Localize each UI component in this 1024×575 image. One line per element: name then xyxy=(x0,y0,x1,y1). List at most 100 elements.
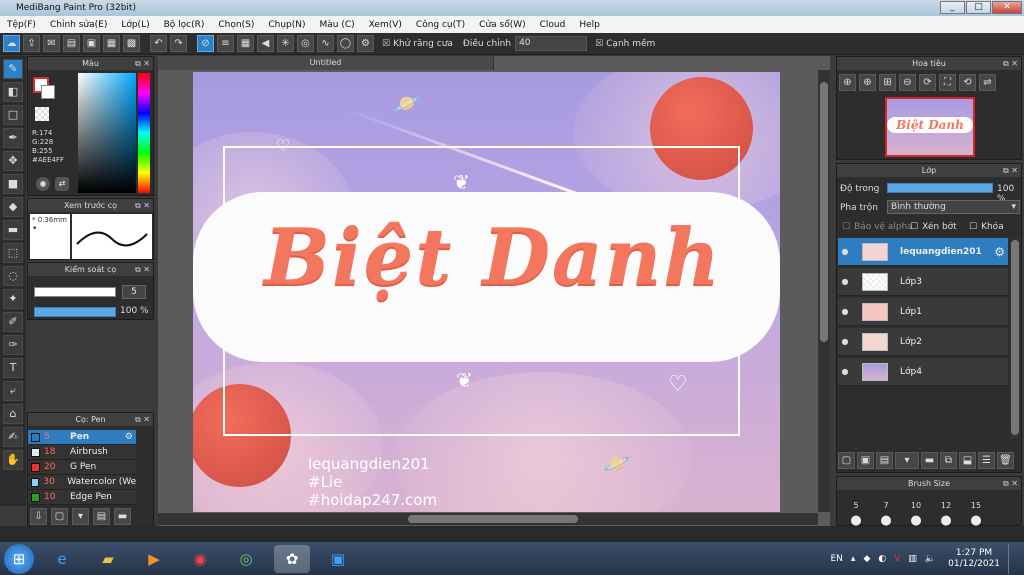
rotate-ccw-icon[interactable]: ⟲ xyxy=(959,74,976,91)
show-desktop-button[interactable] xyxy=(1008,543,1018,574)
flip-icon[interactable]: ⇌ xyxy=(979,74,996,91)
visibility-icon[interactable]: ● xyxy=(838,307,852,316)
radial-snap-icon[interactable]: ✳ xyxy=(277,35,294,52)
brush-item[interactable]: 5 Pen ⚙ xyxy=(28,430,136,445)
settings-icon[interactable]: ⚙ xyxy=(357,35,374,52)
palette-icon[interactable]: ◉ xyxy=(36,177,50,191)
circle-snap-icon[interactable]: ◎ xyxy=(297,35,314,52)
brush-opacity-slider[interactable] xyxy=(34,307,116,317)
redo-icon[interactable]: ↷ xyxy=(170,35,187,52)
menu-snap[interactable]: Chụp(N) xyxy=(261,20,312,30)
panel-close-icon[interactable]: ⧉ ✕ xyxy=(1003,164,1018,177)
select-pen-icon[interactable]: ✐ xyxy=(3,312,23,332)
maximize-button[interactable]: □ xyxy=(966,1,991,14)
menu-layer[interactable]: Lớp(L) xyxy=(114,20,156,30)
curve-snap-icon[interactable]: ∿ xyxy=(317,35,334,52)
cloud-brush-icon[interactable]: ⇩ xyxy=(30,508,47,525)
artwork[interactable]: Biệt Danh 🪐 🪐 ♡ ♡ ❦ ❦ lequangdien201 #Li… xyxy=(193,72,780,512)
visibility-icon[interactable]: ● xyxy=(838,337,852,346)
tray-arrow-icon[interactable]: ▴ xyxy=(851,554,856,564)
lock-checkbox[interactable]: ☐ xyxy=(969,222,977,232)
panel-close-icon[interactable]: ⧉ ✕ xyxy=(135,413,150,426)
hue-slider[interactable] xyxy=(138,73,150,193)
panel-close-icon[interactable]: ⧉ ✕ xyxy=(135,57,150,70)
color-swap-icon[interactable]: ⇄ xyxy=(55,177,69,191)
new-8bit-layer-icon[interactable]: ▤ xyxy=(876,452,893,469)
layer-opacity-slider[interactable] xyxy=(887,183,993,193)
delete-layer-icon[interactable]: 🗑 xyxy=(997,452,1014,469)
eraser-tool-icon[interactable]: ◧ xyxy=(3,82,23,102)
scroll-thumb[interactable] xyxy=(820,82,828,342)
select-tool-icon[interactable]: ⬚ xyxy=(3,243,23,263)
folder-icon[interactable]: ▬ xyxy=(114,508,131,525)
clock[interactable]: 1:27 PM 01/12/2021 xyxy=(948,548,1000,570)
tray-app-icon[interactable]: ◆ xyxy=(863,554,870,564)
brush-item[interactable]: 30 Watercolor (Wet) xyxy=(28,475,136,490)
layer-row[interactable]: ● Lớp1 xyxy=(838,298,1008,326)
media-player-icon[interactable]: ▶ xyxy=(136,545,172,573)
page-icon[interactable]: ▣ xyxy=(83,35,100,52)
blend-mode-select[interactable]: Bình thường ▾ xyxy=(887,200,1020,214)
move-tool-icon[interactable]: ✥ xyxy=(3,151,23,171)
comment-icon[interactable]: ▤ xyxy=(63,35,80,52)
zoom-in-icon[interactable]: ⊕ xyxy=(839,74,856,91)
lock-option[interactable]: ☐ Khóa xyxy=(969,222,1004,232)
transparent-swatch[interactable] xyxy=(35,107,49,121)
fullscreen-icon[interactable]: ⛶ xyxy=(939,74,956,91)
cloud-icon[interactable]: ☁ xyxy=(3,35,20,52)
tray-v-icon[interactable]: V xyxy=(894,554,900,564)
brush-copy-icon[interactable]: ▤ xyxy=(93,508,110,525)
canvas-tab[interactable]: Untitled xyxy=(158,56,494,70)
chat-icon[interactable]: ✉ xyxy=(43,35,60,52)
vertical-scrollbar[interactable] xyxy=(818,70,830,512)
menu-edit[interactable]: Chỉnh sửa(E) xyxy=(43,20,114,30)
menu-view[interactable]: Xem(V) xyxy=(362,20,409,30)
scroll-thumb[interactable] xyxy=(1011,240,1019,435)
zoom-icon[interactable]: ▣ xyxy=(320,545,356,573)
fit-icon[interactable]: ⊞ xyxy=(879,74,896,91)
eyedropper-icon[interactable]: ⌂ xyxy=(3,404,23,424)
lasso-tool-icon[interactable]: ◌ xyxy=(3,266,23,286)
add-layer-menu-icon[interactable]: ▾ xyxy=(895,452,919,469)
merge-down-icon[interactable]: ⬓ xyxy=(959,452,976,469)
soft-edge-checkbox[interactable]: ☒ xyxy=(595,39,603,49)
protect-alpha-checkbox[interactable]: ☐ xyxy=(842,222,850,232)
menu-file[interactable]: Tệp(F) xyxy=(0,20,43,30)
new-halftone-layer-icon[interactable]: ▣ xyxy=(857,452,874,469)
text-tool-icon[interactable]: T xyxy=(3,358,23,378)
upload-icon[interactable]: ⇪ xyxy=(23,35,40,52)
layer-scrollbar[interactable] xyxy=(1010,238,1020,438)
tray-app-icon[interactable]: ◐ xyxy=(878,554,886,564)
zoom-out-icon[interactable]: ⊖ xyxy=(899,74,916,91)
clip-checkbox[interactable]: ☐ xyxy=(910,222,918,232)
close-button[interactable]: ✕ xyxy=(992,1,1022,14)
bucket-tool-icon[interactable]: ◆ xyxy=(3,197,23,217)
brush-size-slider[interactable] xyxy=(34,287,116,297)
gradient-tool-icon[interactable]: ▬ xyxy=(3,220,23,240)
chrome-icon[interactable]: ◉ xyxy=(182,545,218,573)
magic-wand-icon[interactable]: ✦ xyxy=(3,289,23,309)
brush-item[interactable]: 20 G Pen xyxy=(28,460,136,475)
pen-icon[interactable]: ✍ xyxy=(3,427,23,447)
menu-color[interactable]: Màu (C) xyxy=(313,20,362,30)
app-icon[interactable]: ◎ xyxy=(228,545,264,573)
brush-item[interactable]: 10 Edge Pen xyxy=(28,490,136,505)
snap-off-icon[interactable]: ⊘ xyxy=(197,35,214,52)
fill-rect-icon[interactable]: ■ xyxy=(3,174,23,194)
parallel-snap-icon[interactable]: ≡ xyxy=(217,35,234,52)
menu-filter[interactable]: Bộ lọc(R) xyxy=(157,20,212,30)
brush-size-value[interactable]: 5 xyxy=(122,285,146,299)
menu-tools[interactable]: Công cụ(T) xyxy=(409,20,472,30)
visibility-icon[interactable]: ● xyxy=(838,247,852,256)
protect-alpha-option[interactable]: ☐ Bảo vệ alpha xyxy=(842,222,913,232)
gear-icon[interactable]: ⚙ xyxy=(125,432,133,442)
divide-tool-icon[interactable]: ⤶ xyxy=(3,381,23,401)
add-brush-icon[interactable]: ▾ xyxy=(72,508,89,525)
perspective-snap-icon[interactable]: ◀ xyxy=(257,35,274,52)
folder-icon[interactable]: ▬ xyxy=(921,452,938,469)
minimize-button[interactable]: _ xyxy=(940,1,965,14)
grid-icon[interactable]: ▩ xyxy=(123,35,140,52)
panel-close-icon[interactable]: ⧉ ✕ xyxy=(135,263,150,276)
menu-select[interactable]: Chọn(S) xyxy=(211,20,261,30)
duplicate-layer-icon[interactable]: ⧉ xyxy=(940,452,957,469)
